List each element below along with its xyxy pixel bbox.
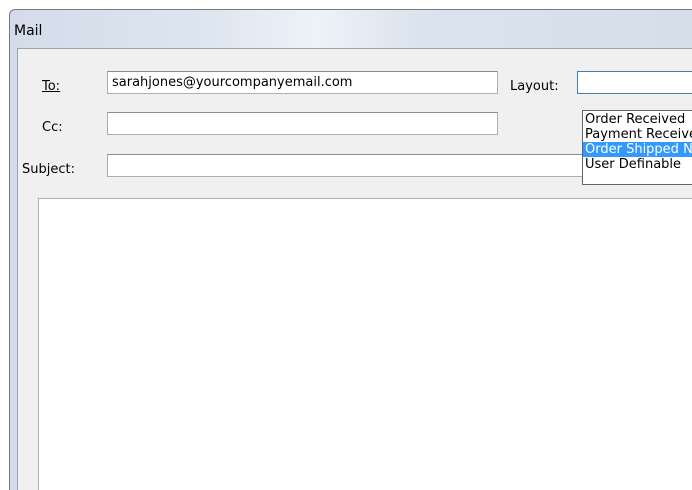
layout-option-payment-received[interactable]: Payment Received [583,127,692,142]
title-bar[interactable]: Mail [10,10,692,48]
to-label: To: [42,79,60,94]
to-field[interactable]: sarahjones@yourcompanyemail.com [107,71,498,94]
layout-option-user-definable[interactable]: User Definable [583,157,692,172]
layout-option-order-shipped[interactable]: Order Shipped Notice [583,142,692,157]
to-label-text: To: [42,79,61,94]
layout-option-order-received[interactable]: Order Received [583,112,692,127]
layout-dropdown-list: Order Received Payment Received Order Sh… [582,110,692,185]
cc-field[interactable] [107,112,498,135]
window-title: Mail [14,23,43,39]
mail-form: To: sarahjones@yourcompanyemail.com Cc: … [17,48,692,490]
message-body[interactable] [38,198,692,490]
cc-label: Cc: [42,120,63,135]
layout-combobox[interactable] [577,71,692,94]
layout-label: Layout: [510,79,559,94]
mail-window: Mail To: sarahjones@yourcompanyemail.com… [9,9,692,490]
subject-label: Subject: [22,162,75,177]
